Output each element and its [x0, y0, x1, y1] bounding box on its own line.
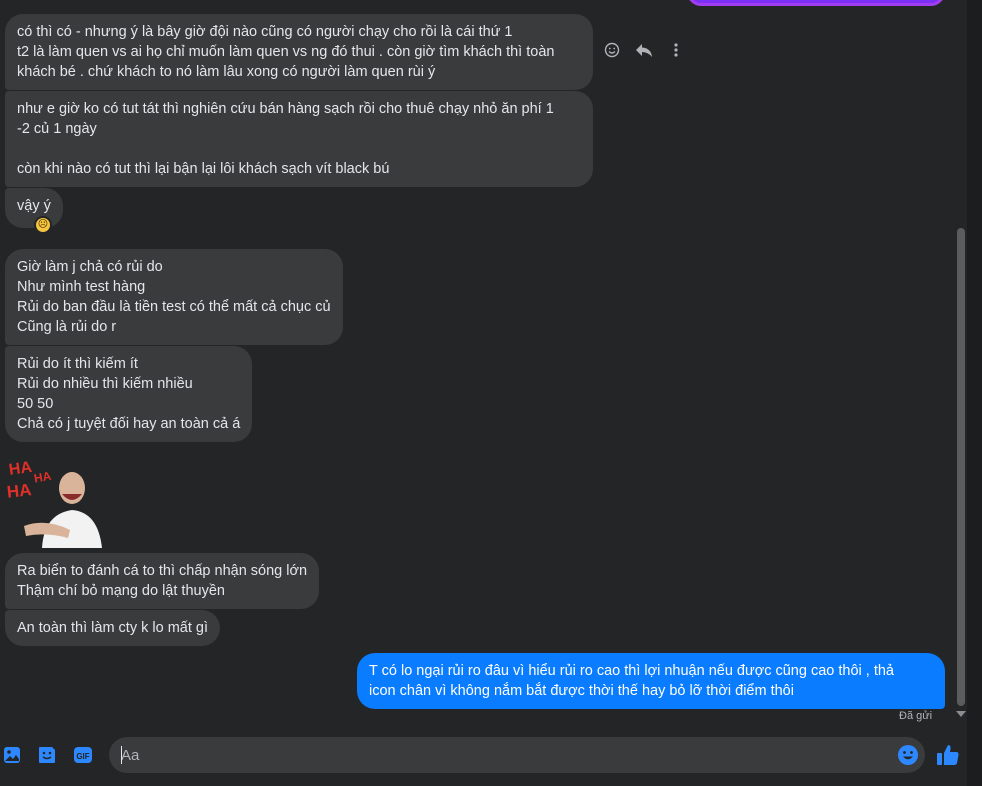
incoming-message[interactable]: như e giờ ko có tut tát thì nghiên cứu b… [5, 91, 593, 187]
svg-text:HA: HA [33, 469, 53, 486]
gif-icon[interactable]: GIF [73, 745, 93, 765]
svg-text:GIF: GIF [76, 752, 89, 761]
like-icon[interactable] [936, 743, 960, 767]
reply-icon[interactable] [634, 40, 654, 60]
message-input-wrapper[interactable] [109, 737, 925, 773]
incoming-message[interactable]: Ra biển to đánh cá to thì chấp nhận sóng… [5, 553, 320, 609]
sticker-icon[interactable] [37, 745, 57, 765]
svg-text:HA: HA [6, 480, 32, 501]
text-caret [121, 746, 122, 764]
scrollbar[interactable] [955, 0, 967, 728]
scrollbar-thumb[interactable] [957, 228, 965, 706]
window-edge [967, 0, 982, 786]
incoming-message[interactable]: có thì có - nhưng ý là bây giờ đội nào c… [5, 14, 593, 90]
emoji-icon[interactable] [897, 744, 919, 766]
incoming-message[interactable]: Giờ làm j chả có rủi do Như mình test hà… [5, 249, 343, 345]
svg-text:HA: HA [8, 459, 34, 479]
sad-face-icon[interactable]: ☹ [34, 216, 52, 234]
scroll-down-arrow[interactable] [956, 711, 966, 717]
image-icon[interactable] [3, 745, 23, 765]
more-icon[interactable] [666, 40, 686, 60]
message-thread: có thì có - nhưng ý là bây giờ đội nào c… [0, 0, 955, 728]
react-icon[interactable] [602, 40, 622, 60]
incoming-message[interactable]: An toàn thì làm cty k lo mất gì [5, 610, 220, 646]
message-composer: GIF [0, 728, 967, 786]
seen-status: Đã gửi [899, 710, 933, 722]
message-input[interactable] [109, 737, 889, 773]
previous-outgoing-message[interactable] [687, 0, 945, 6]
message-actions [602, 40, 686, 60]
laughing-sticker[interactable]: HA HA HA [6, 452, 106, 548]
outgoing-message[interactable]: T có lo ngại rủi ro đâu vì hiểu rủi ro c… [357, 653, 945, 709]
incoming-message[interactable]: Rủi do ít thì kiếm ít Rủi do nhiều thì k… [5, 346, 253, 442]
